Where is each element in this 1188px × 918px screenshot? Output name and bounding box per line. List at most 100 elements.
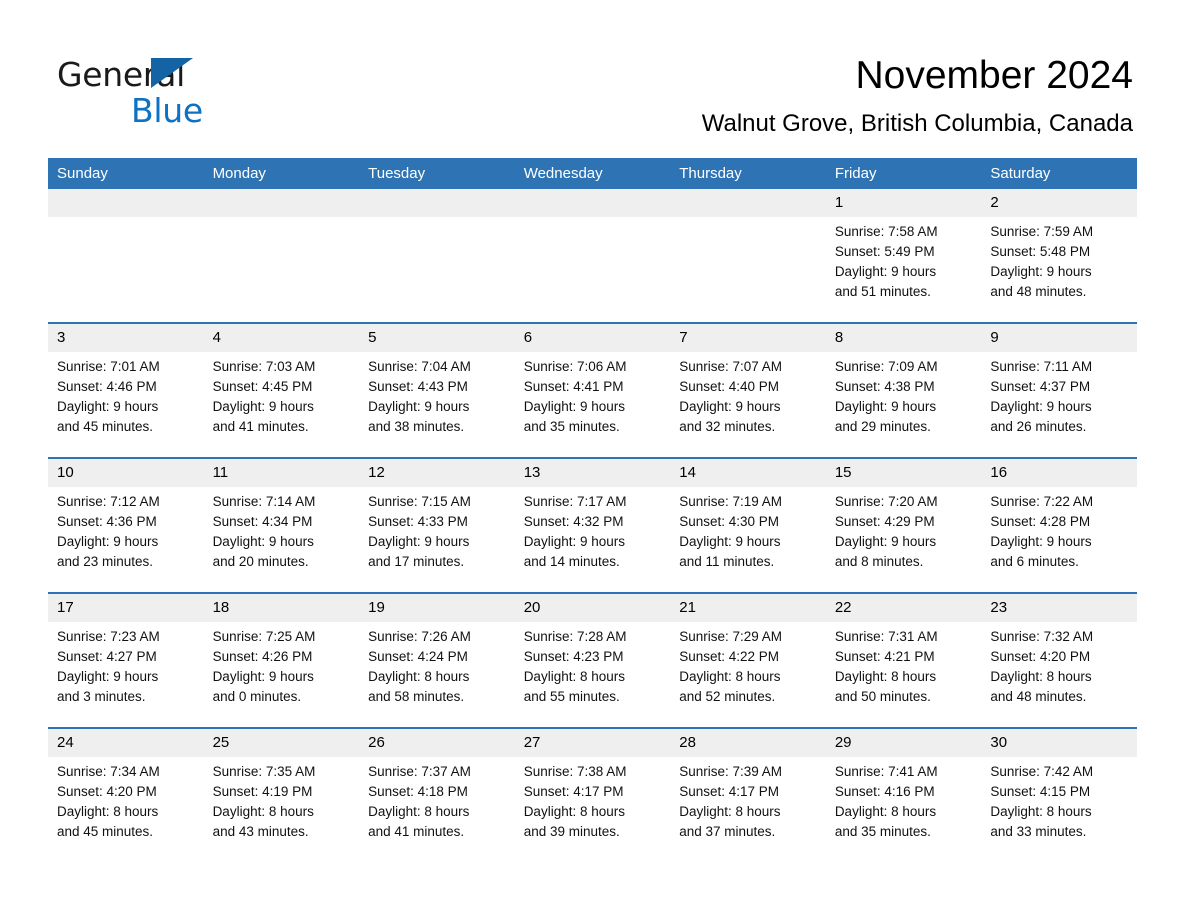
calendar-day-cell[interactable]: 2 Sunrise: 7:59 AM Sunset: 5:48 PM Daylight… — [981, 189, 1137, 323]
daylight-text: and 6 minutes. — [990, 554, 1079, 569]
daylight-text: and 14 minutes. — [523, 554, 620, 569]
calendar-day-cell[interactable]: 13 Sunrise: 7:17 AM Sunset: 4:32 PM Dayligh… — [514, 457, 671, 593]
sunrise-text: Sunrise: 7:01 AM — [57, 359, 160, 374]
sunset-text: Sunset: 4:34 PM — [212, 514, 313, 529]
calendar-day-cell[interactable]: 18 Sunrise: 7:25 AM Sunset: 4:26 PM Dayligh… — [203, 592, 360, 728]
daylight-text: Daylight: 9 hours — [990, 264, 1092, 279]
daylight-text: Daylight: 9 hours — [57, 534, 159, 549]
calendar-week-row: 1 Sunrise: 7:58 AM Sunset: 5:49 PM Daylight… — [48, 189, 1137, 323]
calendar-day-cell[interactable]: 30 Sunrise: 7:42 AM Sunset: 4:15 PM Dayligh… — [981, 727, 1137, 862]
calendar-day-cell[interactable]: 17 Sunrise: 7:23 AM Sunset: 4:27 PM Dayligh… — [48, 592, 204, 728]
day-details: Sunrise: 7:09 AM Sunset: 4:38 PM Daylight:… — [826, 352, 982, 437]
day-number: 9 — [981, 324, 1137, 352]
calendar-page: General Blue November 2024 Walnut Grove,… — [0, 0, 1188, 918]
sunset-text: Sunset: 4:16 PM — [834, 784, 935, 799]
sunset-text: Sunset: 4:36 PM — [57, 514, 157, 529]
day-details: Sunrise: 7:26 AM Sunset: 4:24 PM Daylight:… — [359, 622, 515, 707]
day-details: Sunrise: 7:07 AM Sunset: 4:40 PM Daylight:… — [670, 352, 826, 437]
calendar-day-cell[interactable]: 12 Sunrise: 7:15 AM Sunset: 4:33 PM Dayligh… — [359, 457, 515, 593]
calendar-day-cell[interactable]: 16 Sunrise: 7:22 AM Sunset: 4:28 PM Dayligh… — [981, 457, 1137, 593]
weekday-header-tuesday: Tuesday — [359, 158, 515, 189]
logo-top-line: General — [57, 55, 317, 94]
calendar-day-cell[interactable]: 3 Sunrise: 7:01 AM Sunset: 4:46 PM Daylight… — [48, 322, 204, 458]
calendar-day-cell[interactable]: 19 Sunrise: 7:26 AM Sunset: 4:24 PM Dayligh… — [359, 592, 515, 728]
daylight-text: and 55 minutes. — [523, 689, 620, 704]
day-number: 10 — [48, 459, 204, 487]
sunset-text: Sunset: 4:20 PM — [990, 649, 1091, 664]
calendar-day-cell[interactable]: 29 Sunrise: 7:41 AM Sunset: 4:16 PM Dayligh… — [825, 727, 982, 862]
calendar-day-cell[interactable]: 15 Sunrise: 7:20 AM Sunset: 4:29 PM Dayligh… — [825, 457, 982, 593]
day-details: Sunrise: 7:17 AM Sunset: 4:32 PM Daylight:… — [515, 487, 671, 572]
calendar-day-cell[interactable]: 20 Sunrise: 7:28 AM Sunset: 4:23 PM Dayligh… — [514, 592, 671, 728]
daylight-text: Daylight: 9 hours — [212, 669, 314, 684]
daylight-text: and 26 minutes. — [990, 419, 1087, 434]
calendar-day-cell[interactable]: 4 Sunrise: 7:03 AM Sunset: 4:45 PM Daylight… — [203, 322, 360, 458]
sunrise-text: Sunrise: 7:35 AM — [212, 764, 316, 779]
daylight-text: and 41 minutes. — [212, 419, 309, 434]
calendar-day-cell[interactable]: 5 Sunrise: 7:04 AM Sunset: 4:43 PM Daylight… — [359, 322, 515, 458]
sunrise-text: Sunrise: 7:22 AM — [990, 494, 1094, 509]
calendar-day-cell[interactable]: 7 Sunrise: 7:07 AM Sunset: 4:40 PM Daylight… — [670, 322, 826, 458]
triangle-icon — [151, 58, 193, 88]
daylight-text: and 58 minutes. — [368, 689, 465, 704]
sunset-text: Sunset: 4:17 PM — [523, 784, 624, 799]
calendar-body: 1 Sunrise: 7:58 AM Sunset: 5:49 PM Daylight… — [48, 189, 1137, 862]
daylight-text: Daylight: 9 hours — [523, 399, 625, 414]
day-details — [670, 217, 826, 222]
daylight-text: and 39 minutes. — [523, 824, 620, 839]
weekday-header-sunday: Sunday — [48, 158, 204, 189]
daylight-text: and 48 minutes. — [990, 689, 1087, 704]
day-details: Sunrise: 7:35 AM Sunset: 4:19 PM Daylight:… — [204, 757, 360, 842]
day-details: Sunrise: 7:22 AM Sunset: 4:28 PM Daylight:… — [981, 487, 1137, 572]
daylight-text: Daylight: 9 hours — [368, 399, 470, 414]
generalblue-logo[interactable]: General Blue — [57, 55, 317, 135]
sunrise-text: Sunrise: 7:59 AM — [990, 224, 1094, 239]
calendar-day-cell[interactable]: 28 Sunrise: 7:39 AM Sunset: 4:17 PM Dayligh… — [670, 727, 826, 862]
sunrise-text: Sunrise: 7:17 AM — [523, 494, 627, 509]
sunrise-text: Sunrise: 7:19 AM — [679, 494, 783, 509]
calendar-day-cell[interactable]: 10 Sunrise: 7:12 AM Sunset: 4:36 PM Dayligh… — [48, 457, 204, 593]
daylight-text: and 45 minutes. — [57, 419, 154, 434]
page-title: November 2024 — [855, 54, 1134, 97]
daylight-text: and 51 minutes. — [834, 284, 931, 299]
calendar-day-cell[interactable]: 9 Sunrise: 7:11 AM Sunset: 4:37 PM Daylight… — [981, 322, 1137, 458]
sunrise-text: Sunrise: 7:38 AM — [523, 764, 627, 779]
calendar-day-cell[interactable]: 1 Sunrise: 7:58 AM Sunset: 5:49 PM Daylight… — [825, 189, 982, 323]
calendar-day-cell[interactable]: 22 Sunrise: 7:31 AM Sunset: 4:21 PM Dayligh… — [825, 592, 982, 728]
sunset-text: Sunset: 4:38 PM — [834, 379, 935, 394]
sunrise-text: Sunrise: 7:34 AM — [57, 764, 160, 779]
calendar-day-cell[interactable]: 6 Sunrise: 7:06 AM Sunset: 4:41 PM Daylight… — [514, 322, 671, 458]
daylight-text: Daylight: 9 hours — [834, 399, 937, 414]
sunrise-text: Sunrise: 7:15 AM — [368, 494, 471, 509]
sunrise-text: Sunrise: 7:04 AM — [368, 359, 471, 374]
daylight-text: Daylight: 8 hours — [57, 804, 159, 819]
calendar-day-cell-empty — [203, 189, 360, 323]
sunrise-text: Sunrise: 7:29 AM — [679, 629, 783, 644]
day-details: Sunrise: 7:01 AM Sunset: 4:46 PM Daylight:… — [48, 352, 204, 437]
sunrise-text: Sunrise: 7:41 AM — [834, 764, 938, 779]
calendar-day-cell[interactable]: 25 Sunrise: 7:35 AM Sunset: 4:19 PM Dayligh… — [203, 727, 360, 862]
calendar-day-cell[interactable]: 21 Sunrise: 7:29 AM Sunset: 4:22 PM Dayligh… — [670, 592, 826, 728]
day-number: 26 — [359, 729, 515, 757]
calendar-day-cell[interactable]: 26 Sunrise: 7:37 AM Sunset: 4:18 PM Dayligh… — [359, 727, 515, 862]
daylight-text: Daylight: 8 hours — [212, 804, 314, 819]
calendar-day-cell[interactable]: 27 Sunrise: 7:38 AM Sunset: 4:17 PM Dayligh… — [514, 727, 671, 862]
calendar-day-cell[interactable]: 14 Sunrise: 7:19 AM Sunset: 4:30 PM Dayligh… — [670, 457, 826, 593]
sunrise-text: Sunrise: 7:12 AM — [57, 494, 160, 509]
day-number: 29 — [825, 729, 982, 757]
weekday-header-monday: Monday — [203, 158, 360, 189]
calendar-day-cell[interactable]: 8 Sunrise: 7:09 AM Sunset: 4:38 PM Daylight… — [825, 322, 982, 458]
calendar-day-cell[interactable]: 24 Sunrise: 7:34 AM Sunset: 4:20 PM Dayligh… — [48, 727, 204, 862]
day-details: Sunrise: 7:42 AM Sunset: 4:15 PM Daylight:… — [981, 757, 1137, 842]
daylight-text: Daylight: 8 hours — [834, 804, 937, 819]
calendar-day-cell[interactable]: 11 Sunrise: 7:14 AM Sunset: 4:34 PM Dayligh… — [203, 457, 360, 593]
weekday-header-friday: Friday — [825, 158, 982, 189]
day-number: 25 — [203, 729, 360, 757]
sunset-text: Sunset: 4:19 PM — [212, 784, 313, 799]
day-number: 23 — [981, 594, 1137, 622]
day-details: Sunrise: 7:41 AM Sunset: 4:16 PM Daylight:… — [826, 757, 982, 842]
daylight-text: and 0 minutes. — [212, 689, 302, 704]
day-number — [359, 189, 515, 217]
calendar-day-cell[interactable]: 23 Sunrise: 7:32 AM Sunset: 4:20 PM Dayligh… — [981, 592, 1137, 728]
sunset-text: Sunset: 4:46 PM — [57, 379, 157, 394]
